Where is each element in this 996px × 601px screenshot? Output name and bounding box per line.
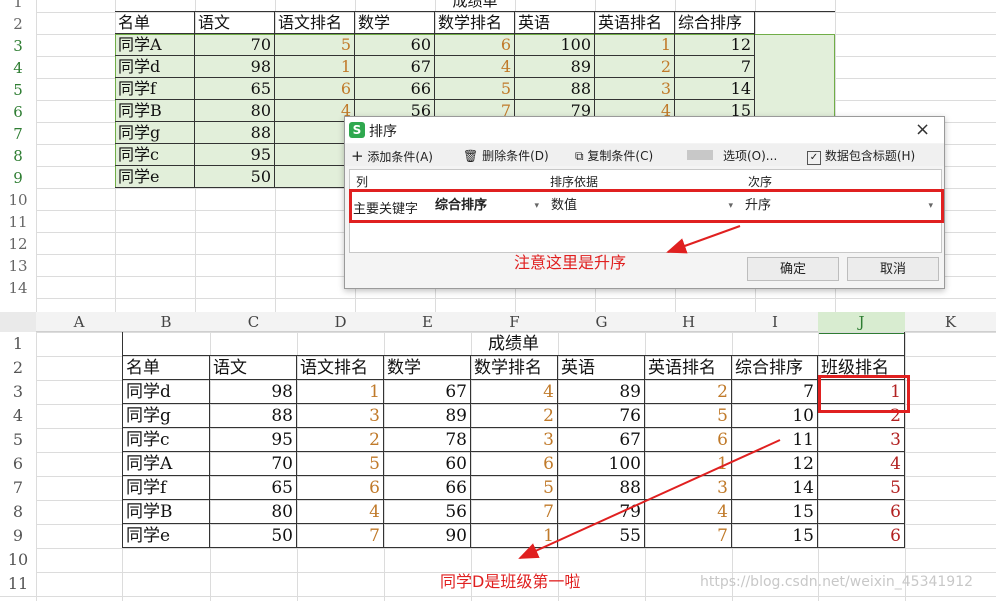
arrow-to-first-row: [518, 439, 781, 559]
arrow-to-order: [666, 225, 741, 254]
annotation-arrows: [518, 225, 781, 559]
